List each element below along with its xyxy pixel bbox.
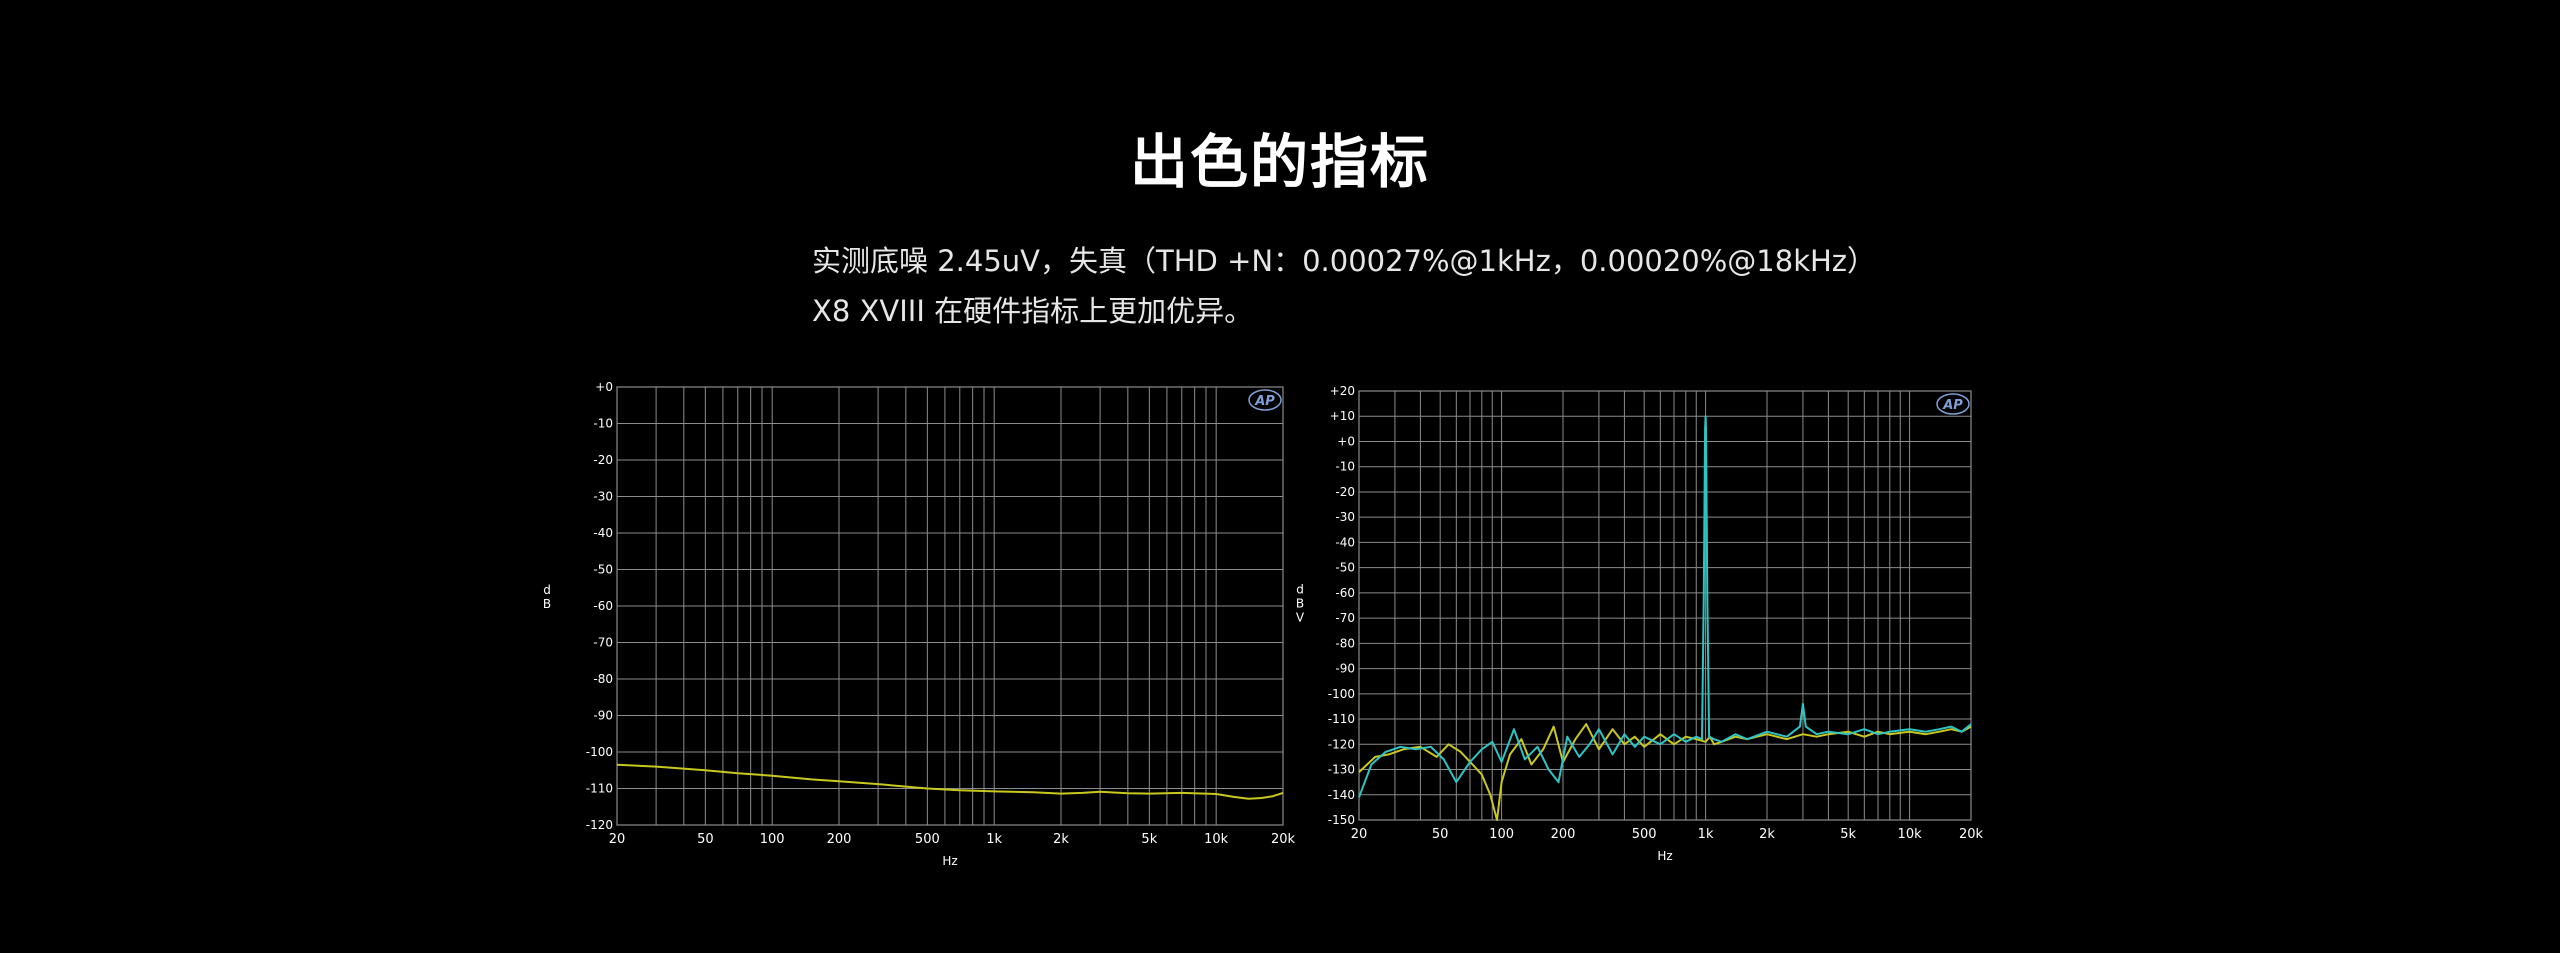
y-tick-label: -110 [1328,712,1355,726]
description-line-2: X8 XVIII 在硬件指标上更加优异。 [812,294,1254,328]
y-tick-label: -50 [1335,561,1355,575]
y-tick-label: -30 [593,490,613,504]
logo-ring [1248,389,1282,411]
y-axis-label: dBV [1296,583,1305,625]
y-tick-label: -10 [593,417,613,431]
x-tick-label: 100 [760,832,785,847]
y-tick-label: -60 [593,599,613,613]
y-tick-label: -40 [593,526,613,540]
y-tick-label: -140 [1328,788,1355,802]
y-tick-label: -100 [586,745,613,759]
y-tick-label: -120 [1328,737,1355,751]
description-line-1: 实测底噪 2.45uV，失真（THD +N：0.00027%@1kHz，0.00… [812,244,1877,278]
x-tick-label: 50 [1432,827,1449,842]
x-tick-label: 1k [1698,827,1714,842]
logo-ring [1936,393,1970,415]
y-axis-label: dB [543,583,551,611]
ap-logo: AP [1248,389,1282,411]
vertical-grid [1358,391,1972,820]
page-title: 出色的指标 [1129,128,1430,196]
series-line-0 [616,763,1284,800]
x-tick-label: 100 [1489,827,1514,842]
y-tick-label: -80 [593,672,613,686]
logo-text: AP [1942,398,1963,413]
x-tick-label: 20 [1351,827,1368,842]
y-tick-label: -30 [1335,510,1355,524]
y-tick-label: -20 [1335,485,1355,499]
y-tick-label: -10 [1335,460,1355,474]
y-tick-label: -90 [1335,662,1355,676]
x-tick-label: 5k [1840,827,1856,842]
y-tick-label: -110 [586,782,613,796]
x-tick-label: 500 [915,832,940,847]
description: 实测底噪 2.45uV，失真（THD +N：0.00027%@1kHz，0.00… [812,236,2012,336]
y-tick-label: -70 [593,636,613,650]
x-tick-label: 2k [1053,832,1069,847]
series-line-0 [1358,723,1972,821]
y-tick-label: -40 [1335,535,1355,549]
y-tick-label: -100 [1328,687,1355,701]
x-axis-label: Hz [942,854,957,868]
y-tick-label: +20 [1330,384,1355,398]
x-tick-label: 20k [1959,827,1984,842]
y-tick-label: -120 [586,818,613,832]
x-tick-label: 10k [1204,832,1229,847]
y-tick-label: -80 [1335,636,1355,650]
logo-text: AP [1254,394,1275,409]
y-tick-label: +0 [595,380,613,394]
y-tick-label: -20 [593,453,613,467]
x-tick-label: 20 [609,832,626,847]
x-tick-label: 200 [827,832,852,847]
y-tick-label: -70 [1335,611,1355,625]
x-axis-label: Hz [1657,849,1672,863]
plot-frame [1358,390,1972,821]
horizontal-grid [617,386,1283,826]
series-line-1 [1358,415,1972,798]
y-tick-label: -90 [593,709,613,723]
vertical-grid [616,387,1284,825]
y-tick-label: +0 [1337,434,1355,448]
y-tick-label: +10 [1330,409,1355,423]
x-tick-label: 500 [1632,827,1657,842]
y-tick-label: -60 [1335,586,1355,600]
x-tick-label: 50 [697,832,714,847]
y-tick-label: -50 [593,563,613,577]
x-tick-label: 10k [1898,827,1923,842]
plot-frame [616,386,1284,826]
y-tick-label: -150 [1328,813,1355,827]
ap-logo: AP [1936,393,1970,415]
x-tick-label: 20k [1271,832,1296,847]
x-tick-label: 5k [1141,832,1157,847]
x-tick-label: 1k [986,832,1002,847]
x-tick-label: 200 [1551,827,1576,842]
horizontal-grid [1359,390,1971,821]
y-tick-label: -130 [1328,763,1355,777]
x-tick-label: 2k [1759,827,1775,842]
